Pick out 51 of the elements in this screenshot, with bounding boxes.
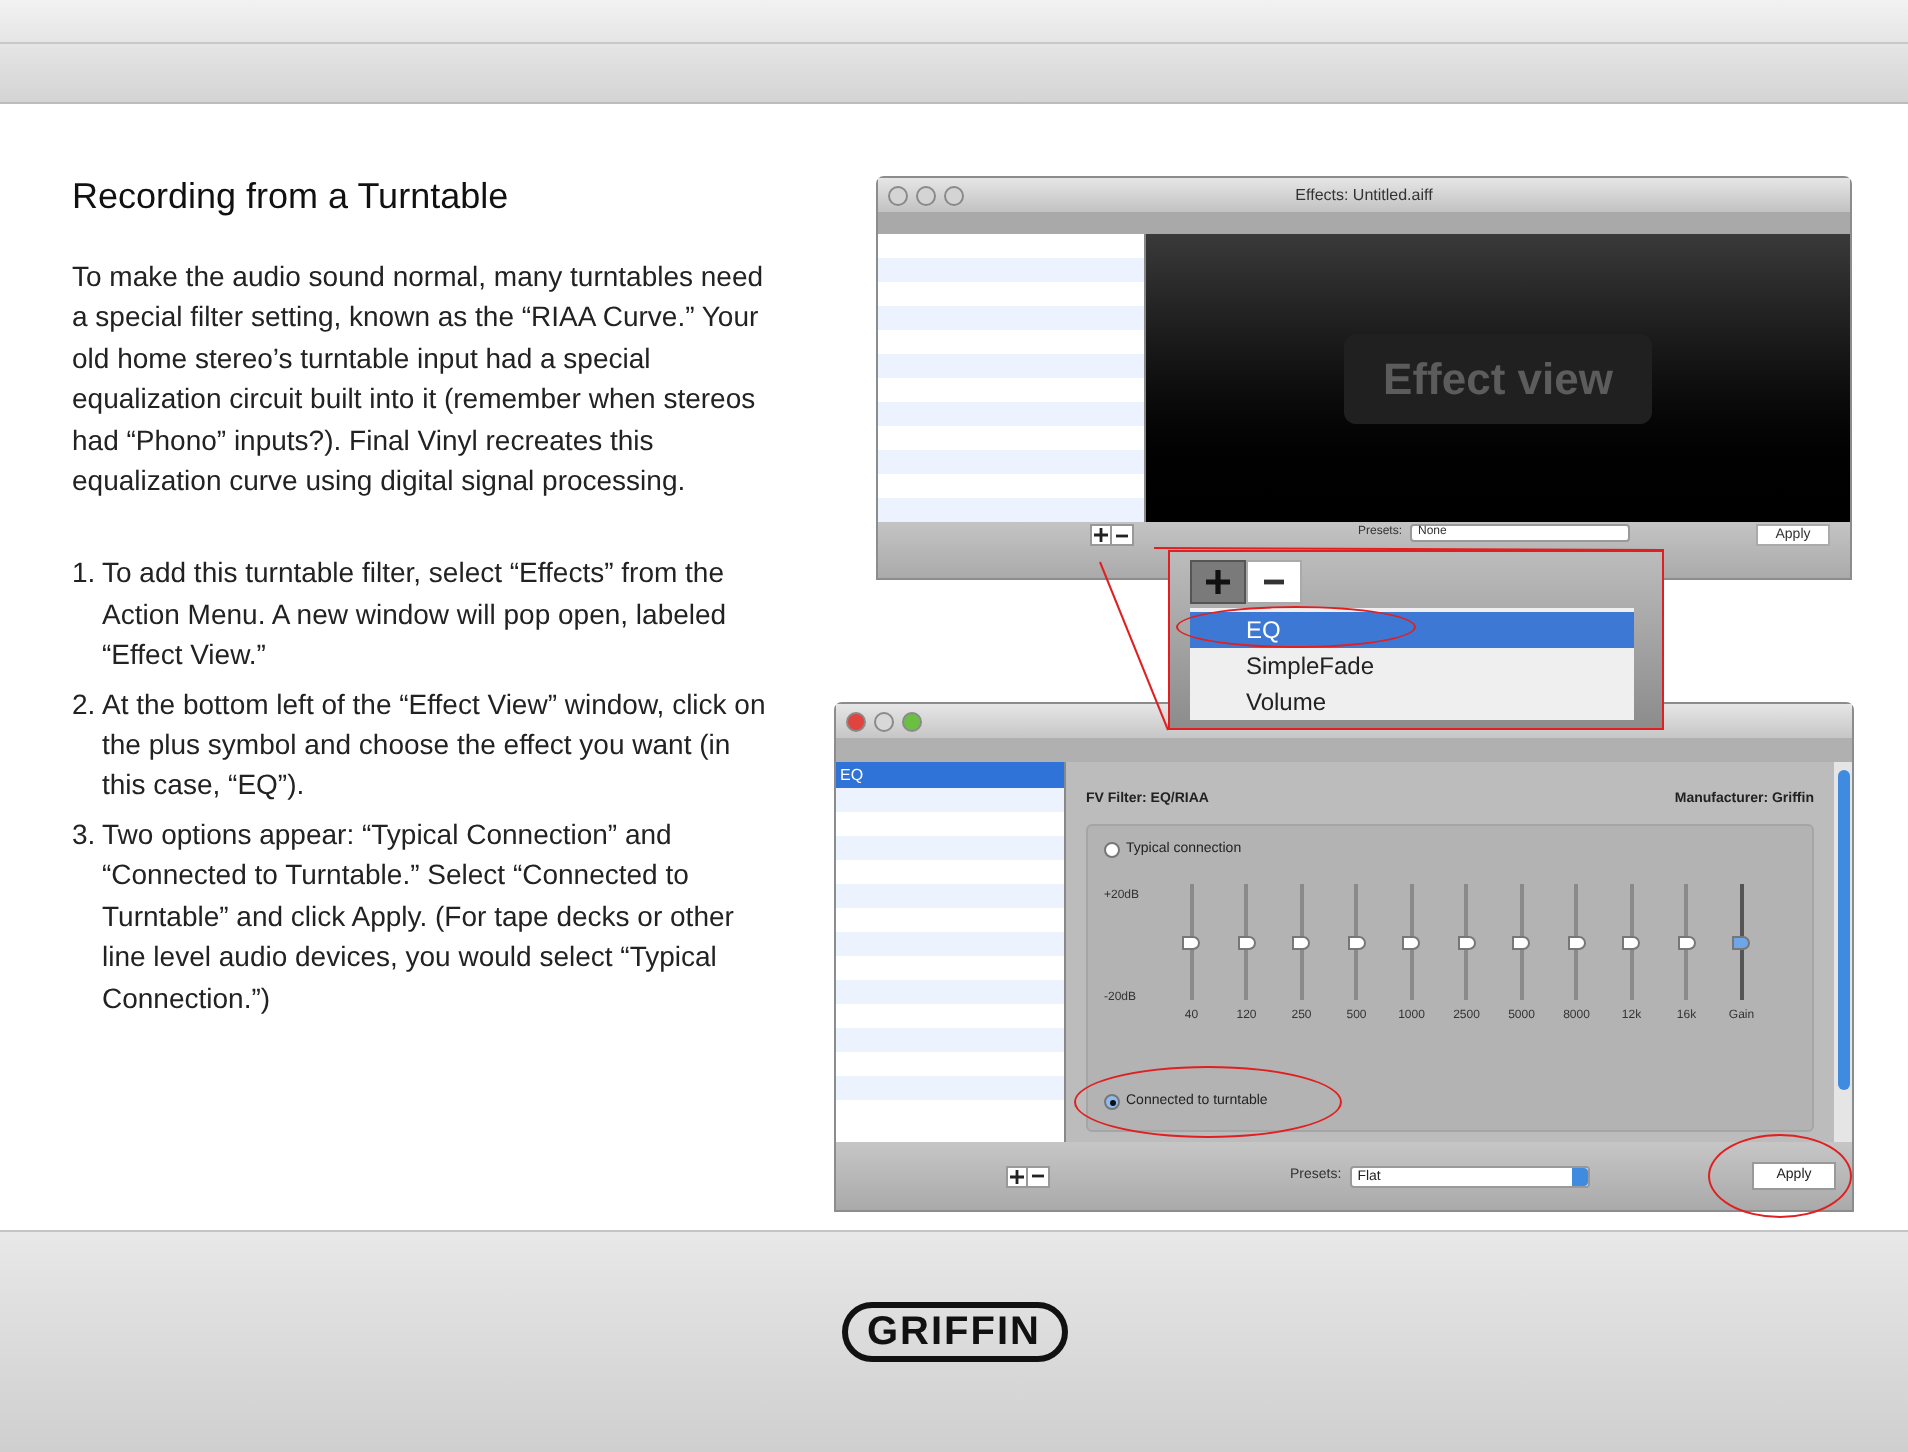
slider-thumb[interactable] (1622, 935, 1641, 949)
eq-slider[interactable] (1567, 884, 1586, 1000)
eq-slider[interactable] (1237, 884, 1256, 1000)
highlight-ellipse (1708, 1134, 1852, 1218)
plus-icon (1094, 528, 1108, 542)
step-number: 1. (72, 554, 98, 593)
minus-icon (1116, 529, 1128, 541)
slider-thumb[interactable] (1457, 935, 1476, 949)
step-text: At the bottom left of the “Effect View” window, click on the plus symbol and choose the effect you want (in this case, “EQ”). (102, 685, 768, 805)
plus-icon (1010, 1169, 1024, 1183)
eq-slider[interactable] (1512, 884, 1531, 1000)
remove-button[interactable] (1246, 560, 1302, 604)
eq-slider[interactable] (1732, 884, 1751, 1000)
minus-icon (1032, 1170, 1044, 1182)
menu-item[interactable]: SimpleFade (1190, 648, 1634, 684)
eq-slider[interactable] (1347, 884, 1366, 1000)
add-button[interactable] (1006, 1165, 1028, 1187)
slider-thumb[interactable] (1677, 935, 1696, 949)
slider-thumb[interactable] (1402, 935, 1421, 949)
eq-slider[interactable] (1292, 884, 1311, 1000)
slider-thumb[interactable] (1512, 935, 1531, 949)
eq-slider[interactable] (1457, 884, 1476, 1000)
window-title: Effects: Untitled.aiff (1295, 183, 1433, 207)
menu-item[interactable]: Volume (1190, 684, 1634, 720)
slider-thumb[interactable] (1567, 935, 1586, 949)
effects-list-item[interactable]: EQ (836, 762, 1064, 788)
intro-paragraph: To make the audio sound normal, many turntables need a special filter setting, known as the “RIAA Curve.” Your old home stereo’s turntable input had a special equalization circuit built into it (remember when stereos had “Phono” inputs?). Final Vinyl recreates this equalization curve using digital signal processing. (72, 258, 766, 501)
step-number: 3. (72, 815, 98, 854)
eq-slider[interactable] (1402, 884, 1421, 1000)
eq-slider[interactable] (1677, 884, 1696, 1000)
page-heading: Recording from a Turntable (72, 174, 511, 220)
radio-button[interactable] (1104, 841, 1120, 858)
slider-thumb[interactable] (1347, 935, 1366, 949)
slider-thumb[interactable] (1732, 935, 1751, 949)
remove-button[interactable] (1028, 1165, 1050, 1187)
plus-icon (1204, 568, 1232, 596)
step-number: 2. (72, 685, 98, 724)
add-button[interactable] (1090, 524, 1112, 546)
menu-item[interactable]: EQ (1190, 612, 1634, 648)
slider-thumb[interactable] (1292, 935, 1311, 949)
slider-thumb[interactable] (1182, 935, 1201, 949)
eq-slider[interactable] (1622, 884, 1641, 1000)
scrollbar[interactable] (1834, 762, 1852, 1142)
effect-view-label: Effect view (1343, 333, 1653, 423)
eq-slider[interactable] (1182, 884, 1201, 1000)
step-text: Two options appear: “Typical Connection” and “Connected to Turntable.” Select “Connected to Turntable” and click Apply. (For tape decks or other line level audio devices, you would select “Typical Connection.”) (102, 815, 736, 1018)
slider-thumb[interactable] (1237, 935, 1256, 949)
radio-button[interactable] (1104, 1094, 1120, 1111)
remove-button[interactable] (1112, 524, 1134, 546)
griffin-logo: GRIFFIN (841, 1302, 1067, 1362)
step-text: To add this turntable filter, select “Effects” from the Action Menu. A new window will pop open, labeled “Effect View.” (102, 554, 729, 675)
